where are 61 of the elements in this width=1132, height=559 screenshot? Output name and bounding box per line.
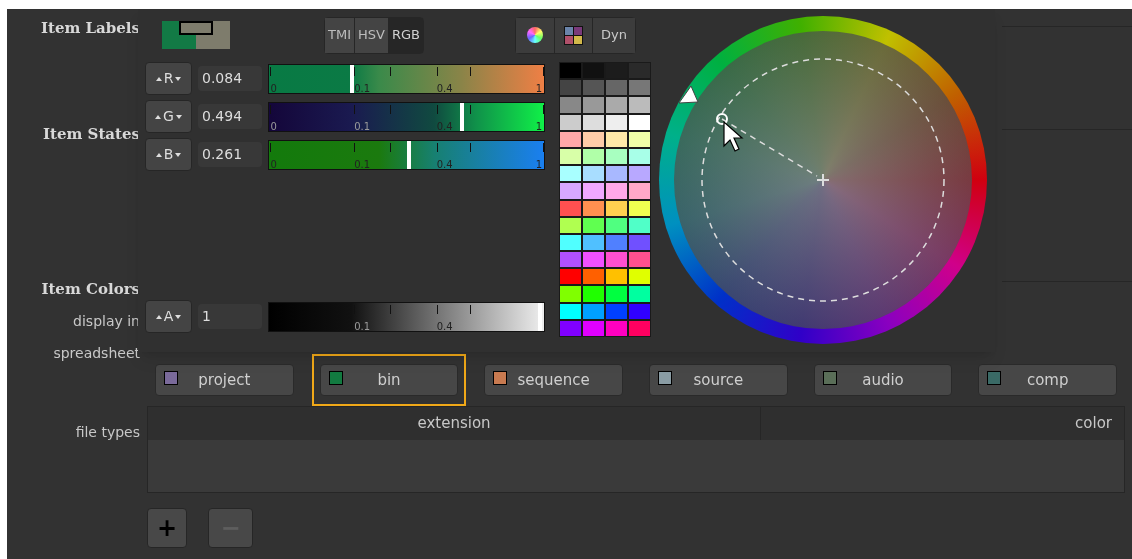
channel-button[interactable]: G [145,100,192,133]
value-field[interactable]: 0.261 [198,142,262,167]
tick-label: 1 [535,158,543,171]
value-field[interactable]: 0.084 [198,66,262,91]
channel-slider[interactable]: 0 0.1 0.4 1 [268,101,545,132]
field-label: spreadsheet [53,344,140,363]
value-field[interactable]: 1 [198,304,262,329]
tick-label: 0 [270,158,277,171]
down-arrow-icon [175,114,182,119]
channel-slider[interactable]: 0 0.1 0.4 1 [268,139,545,170]
tick-label: 0.1 [354,320,371,333]
dynamic-button[interactable]: Dyn [591,17,635,53]
swatch-grid-icon [563,25,583,45]
tick-label: 0.1 [354,82,371,95]
color-preview-swatch [162,21,230,49]
slider-marker[interactable] [459,102,464,131]
category-button[interactable]: source [649,364,788,396]
category-button[interactable]: sequence [484,364,623,396]
down-arrow-icon [175,314,182,319]
up-arrow-icon [155,152,162,157]
up-arrow-icon [155,76,162,81]
channel-slider[interactable]: 0.1 0.4 [268,301,545,332]
slider-marker[interactable] [349,64,354,93]
up-arrow-icon [155,314,162,319]
pointer-cursor-icon [723,120,744,152]
up-arrow-icon [155,114,162,119]
section-heading: Item Labels [40,18,140,38]
tick-label: 0 [270,120,277,133]
tick-label: 1 [535,82,543,95]
channel-button[interactable]: B [145,138,192,171]
tick-label: 0.4 [436,82,453,95]
mode-tab[interactable]: HSV [354,17,388,53]
section-heading: Item Colors [41,279,140,299]
value-field[interactable]: 0.494 [198,104,262,129]
color-handle[interactable] [716,113,728,125]
hue-marker[interactable] [678,85,699,104]
column-header[interactable]: color [761,407,1124,440]
mode-tab[interactable]: RGB [387,17,423,53]
tick-label: 0.1 [354,158,371,171]
channel-slider[interactable]: 0 0.1 0.4 1 [268,63,545,94]
tick-label: 1 [535,120,543,133]
category-button[interactable]: project [155,364,294,396]
color-wheel-icon [526,27,543,43]
tick-label: 0.4 [436,320,453,333]
down-arrow-icon [175,152,182,157]
mode-tab[interactable]: TMI [325,17,354,53]
channel-button[interactable]: A [145,300,192,333]
channel-button[interactable]: R [145,62,192,95]
category-button[interactable]: comp [978,364,1118,396]
field-label: file types [75,423,140,442]
slider-marker[interactable] [537,302,542,331]
category-button[interactable]: audio [813,364,953,396]
section-heading: Item States [43,124,140,144]
tick-label: 0.4 [436,120,453,133]
tick-label: 0.1 [354,120,371,133]
tick-label: 0.4 [436,158,453,171]
slider-marker[interactable] [407,140,412,169]
down-arrow-icon [175,76,182,81]
tick-label: 0 [270,82,277,95]
center-cross-icon [816,173,830,187]
category-button[interactable]: bin [319,364,459,396]
